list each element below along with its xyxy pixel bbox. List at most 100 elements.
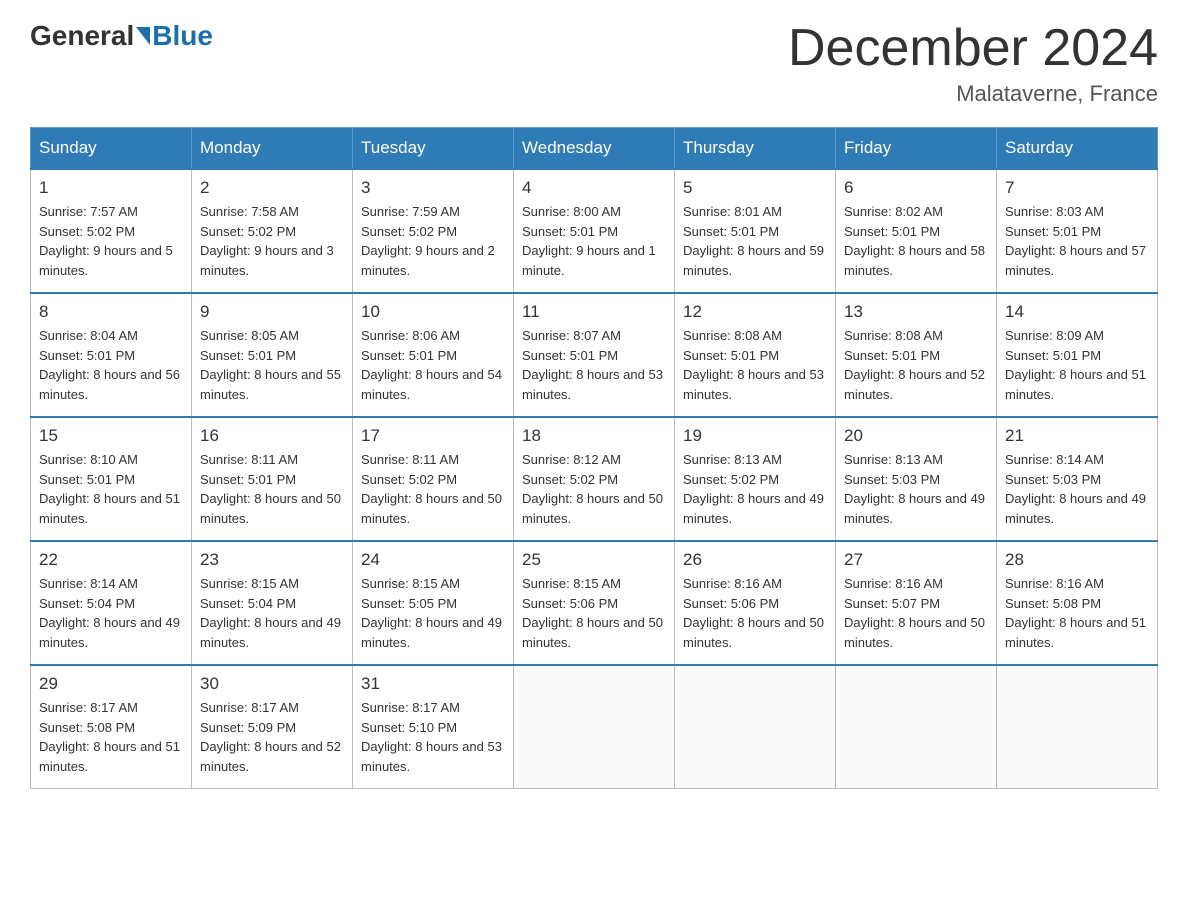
calendar-cell: 15 Sunrise: 8:10 AMSunset: 5:01 PMDaylig… (31, 417, 192, 541)
day-info: Sunrise: 8:01 AMSunset: 5:01 PMDaylight:… (683, 202, 827, 280)
day-number: 3 (361, 178, 505, 198)
calendar-cell: 16 Sunrise: 8:11 AMSunset: 5:01 PMDaylig… (192, 417, 353, 541)
day-number: 4 (522, 178, 666, 198)
col-tuesday: Tuesday (353, 128, 514, 170)
day-number: 18 (522, 426, 666, 446)
calendar-cell: 26 Sunrise: 8:16 AMSunset: 5:06 PMDaylig… (675, 541, 836, 665)
calendar-cell: 2 Sunrise: 7:58 AMSunset: 5:02 PMDayligh… (192, 169, 353, 293)
day-number: 29 (39, 674, 183, 694)
calendar-cell: 18 Sunrise: 8:12 AMSunset: 5:02 PMDaylig… (514, 417, 675, 541)
week-row-4: 22 Sunrise: 8:14 AMSunset: 5:04 PMDaylig… (31, 541, 1158, 665)
logo-blue-text: Blue (152, 20, 213, 52)
calendar-cell: 13 Sunrise: 8:08 AMSunset: 5:01 PMDaylig… (836, 293, 997, 417)
day-number: 7 (1005, 178, 1149, 198)
day-info: Sunrise: 7:59 AMSunset: 5:02 PMDaylight:… (361, 202, 505, 280)
calendar-cell: 7 Sunrise: 8:03 AMSunset: 5:01 PMDayligh… (997, 169, 1158, 293)
calendar-cell: 24 Sunrise: 8:15 AMSunset: 5:05 PMDaylig… (353, 541, 514, 665)
day-number: 22 (39, 550, 183, 570)
day-info: Sunrise: 7:57 AMSunset: 5:02 PMDaylight:… (39, 202, 183, 280)
calendar-header-row: Sunday Monday Tuesday Wednesday Thursday… (31, 128, 1158, 170)
day-number: 16 (200, 426, 344, 446)
title-block: December 2024 Malataverne, France (788, 20, 1158, 107)
calendar-cell (514, 665, 675, 789)
col-monday: Monday (192, 128, 353, 170)
calendar-cell: 21 Sunrise: 8:14 AMSunset: 5:03 PMDaylig… (997, 417, 1158, 541)
day-info: Sunrise: 8:17 AMSunset: 5:10 PMDaylight:… (361, 698, 505, 776)
day-number: 5 (683, 178, 827, 198)
calendar-cell: 27 Sunrise: 8:16 AMSunset: 5:07 PMDaylig… (836, 541, 997, 665)
calendar-cell: 23 Sunrise: 8:15 AMSunset: 5:04 PMDaylig… (192, 541, 353, 665)
month-title: December 2024 (788, 20, 1158, 77)
calendar-cell: 25 Sunrise: 8:15 AMSunset: 5:06 PMDaylig… (514, 541, 675, 665)
day-info: Sunrise: 8:09 AMSunset: 5:01 PMDaylight:… (1005, 326, 1149, 404)
day-info: Sunrise: 8:15 AMSunset: 5:05 PMDaylight:… (361, 574, 505, 652)
col-wednesday: Wednesday (514, 128, 675, 170)
day-number: 13 (844, 302, 988, 322)
calendar-table: Sunday Monday Tuesday Wednesday Thursday… (30, 127, 1158, 789)
day-info: Sunrise: 8:15 AMSunset: 5:04 PMDaylight:… (200, 574, 344, 652)
day-info: Sunrise: 8:02 AMSunset: 5:01 PMDaylight:… (844, 202, 988, 280)
day-number: 23 (200, 550, 344, 570)
calendar-cell: 20 Sunrise: 8:13 AMSunset: 5:03 PMDaylig… (836, 417, 997, 541)
calendar-cell: 29 Sunrise: 8:17 AMSunset: 5:08 PMDaylig… (31, 665, 192, 789)
day-number: 21 (1005, 426, 1149, 446)
col-friday: Friday (836, 128, 997, 170)
day-info: Sunrise: 8:05 AMSunset: 5:01 PMDaylight:… (200, 326, 344, 404)
day-number: 30 (200, 674, 344, 694)
day-info: Sunrise: 8:13 AMSunset: 5:03 PMDaylight:… (844, 450, 988, 528)
day-info: Sunrise: 8:14 AMSunset: 5:04 PMDaylight:… (39, 574, 183, 652)
day-number: 24 (361, 550, 505, 570)
calendar-cell: 10 Sunrise: 8:06 AMSunset: 5:01 PMDaylig… (353, 293, 514, 417)
calendar-cell: 5 Sunrise: 8:01 AMSunset: 5:01 PMDayligh… (675, 169, 836, 293)
day-info: Sunrise: 7:58 AMSunset: 5:02 PMDaylight:… (200, 202, 344, 280)
day-number: 20 (844, 426, 988, 446)
day-number: 31 (361, 674, 505, 694)
day-number: 17 (361, 426, 505, 446)
logo-general-text: General (30, 20, 134, 52)
day-number: 2 (200, 178, 344, 198)
calendar-cell: 17 Sunrise: 8:11 AMSunset: 5:02 PMDaylig… (353, 417, 514, 541)
day-info: Sunrise: 8:16 AMSunset: 5:06 PMDaylight:… (683, 574, 827, 652)
day-number: 6 (844, 178, 988, 198)
calendar-cell (997, 665, 1158, 789)
day-info: Sunrise: 8:17 AMSunset: 5:09 PMDaylight:… (200, 698, 344, 776)
day-number: 8 (39, 302, 183, 322)
calendar-cell: 6 Sunrise: 8:02 AMSunset: 5:01 PMDayligh… (836, 169, 997, 293)
day-info: Sunrise: 8:11 AMSunset: 5:01 PMDaylight:… (200, 450, 344, 528)
day-info: Sunrise: 8:13 AMSunset: 5:02 PMDaylight:… (683, 450, 827, 528)
day-number: 12 (683, 302, 827, 322)
day-number: 28 (1005, 550, 1149, 570)
calendar-cell: 3 Sunrise: 7:59 AMSunset: 5:02 PMDayligh… (353, 169, 514, 293)
calendar-cell: 9 Sunrise: 8:05 AMSunset: 5:01 PMDayligh… (192, 293, 353, 417)
location-text: Malataverne, France (788, 81, 1158, 107)
day-info: Sunrise: 8:17 AMSunset: 5:08 PMDaylight:… (39, 698, 183, 776)
calendar-cell: 19 Sunrise: 8:13 AMSunset: 5:02 PMDaylig… (675, 417, 836, 541)
day-number: 10 (361, 302, 505, 322)
day-info: Sunrise: 8:08 AMSunset: 5:01 PMDaylight:… (844, 326, 988, 404)
day-info: Sunrise: 8:11 AMSunset: 5:02 PMDaylight:… (361, 450, 505, 528)
day-number: 9 (200, 302, 344, 322)
week-row-2: 8 Sunrise: 8:04 AMSunset: 5:01 PMDayligh… (31, 293, 1158, 417)
day-number: 15 (39, 426, 183, 446)
logo-arrow-icon (136, 27, 150, 45)
week-row-3: 15 Sunrise: 8:10 AMSunset: 5:01 PMDaylig… (31, 417, 1158, 541)
day-info: Sunrise: 8:07 AMSunset: 5:01 PMDaylight:… (522, 326, 666, 404)
day-number: 27 (844, 550, 988, 570)
col-sunday: Sunday (31, 128, 192, 170)
col-saturday: Saturday (997, 128, 1158, 170)
calendar-cell: 11 Sunrise: 8:07 AMSunset: 5:01 PMDaylig… (514, 293, 675, 417)
day-info: Sunrise: 8:16 AMSunset: 5:07 PMDaylight:… (844, 574, 988, 652)
logo: General Blue (30, 20, 213, 52)
calendar-cell: 30 Sunrise: 8:17 AMSunset: 5:09 PMDaylig… (192, 665, 353, 789)
day-info: Sunrise: 8:04 AMSunset: 5:01 PMDaylight:… (39, 326, 183, 404)
day-info: Sunrise: 8:14 AMSunset: 5:03 PMDaylight:… (1005, 450, 1149, 528)
calendar-cell: 22 Sunrise: 8:14 AMSunset: 5:04 PMDaylig… (31, 541, 192, 665)
day-info: Sunrise: 8:08 AMSunset: 5:01 PMDaylight:… (683, 326, 827, 404)
col-thursday: Thursday (675, 128, 836, 170)
day-number: 1 (39, 178, 183, 198)
day-info: Sunrise: 8:03 AMSunset: 5:01 PMDaylight:… (1005, 202, 1149, 280)
day-info: Sunrise: 8:10 AMSunset: 5:01 PMDaylight:… (39, 450, 183, 528)
calendar-cell: 14 Sunrise: 8:09 AMSunset: 5:01 PMDaylig… (997, 293, 1158, 417)
calendar-cell: 28 Sunrise: 8:16 AMSunset: 5:08 PMDaylig… (997, 541, 1158, 665)
calendar-cell: 1 Sunrise: 7:57 AMSunset: 5:02 PMDayligh… (31, 169, 192, 293)
